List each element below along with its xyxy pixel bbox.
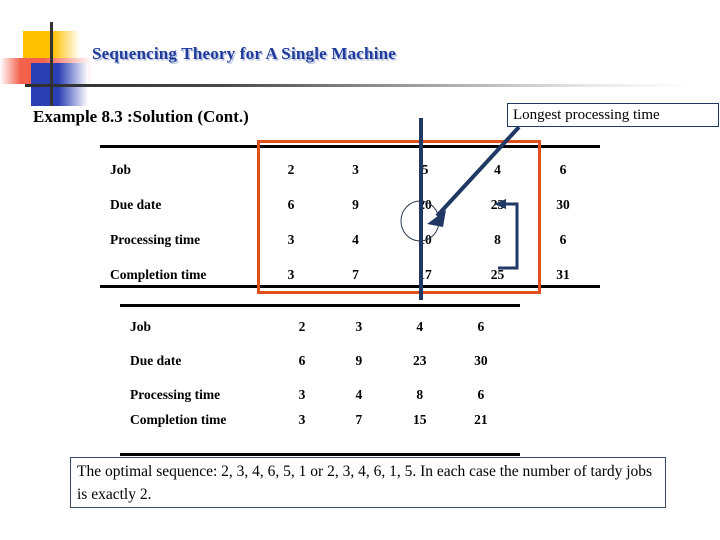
slide-title: Sequencing Theory for A Single Machine	[92, 44, 397, 63]
cell: 3	[298, 387, 306, 402]
row-label: Job	[110, 161, 132, 177]
cell: 21	[474, 412, 488, 427]
cell: 30	[556, 196, 570, 212]
cell: 6	[477, 387, 485, 402]
header-divider-line	[25, 84, 690, 87]
row-label: Completion time	[110, 266, 207, 282]
cell: 7	[355, 412, 363, 427]
row-label: Due date	[110, 196, 162, 212]
highlight-rectangle	[257, 140, 541, 294]
cell: 2	[298, 319, 306, 334]
cell: 6	[298, 353, 306, 368]
annotation-vertical-line	[419, 118, 423, 300]
cell: 3	[298, 412, 306, 427]
cell: 6	[559, 231, 567, 247]
row-label: Completion time	[130, 412, 227, 427]
cell: 6	[559, 161, 567, 177]
cell: 4	[416, 319, 424, 334]
cell: 9	[355, 353, 363, 368]
table-row: Job 2 3 4 6	[130, 310, 510, 344]
schedule-table-2: Job 2 3 4 6 Due date 6 9 23 30 Processin…	[130, 310, 510, 446]
cell: 4	[355, 387, 363, 402]
table2-bottom-rule	[120, 453, 520, 456]
cell: 23	[412, 353, 427, 368]
table-row: Processing time 3 4 8 6	[130, 378, 510, 412]
callout-longest-processing-time: Longest processing time	[507, 103, 719, 127]
logo-vertical-line	[50, 22, 53, 106]
cell: 15	[412, 412, 427, 427]
row-label: Processing time	[110, 231, 201, 247]
row-label: Due date	[130, 353, 182, 368]
cell: 3	[355, 319, 363, 334]
slide-subtitle: Example 8.3 :Solution (Cont.)	[33, 107, 249, 126]
cell: 30	[474, 353, 488, 368]
cell: 6	[477, 319, 485, 334]
table-row: Completion time 3 7 15 21	[130, 412, 510, 446]
row-label: Processing time	[130, 387, 221, 402]
table-row: Due date 6 9 23 30	[130, 344, 510, 378]
cell: 31	[556, 266, 570, 282]
conclusion-textbox: The optimal sequence: 2, 3, 4, 6, 5, 1 o…	[70, 457, 666, 508]
cell: 8	[416, 387, 424, 402]
table2-top-rule	[120, 304, 520, 307]
row-label: Job	[130, 319, 152, 334]
slide-canvas: Sequencing Theory for A Single Machine E…	[0, 0, 720, 540]
